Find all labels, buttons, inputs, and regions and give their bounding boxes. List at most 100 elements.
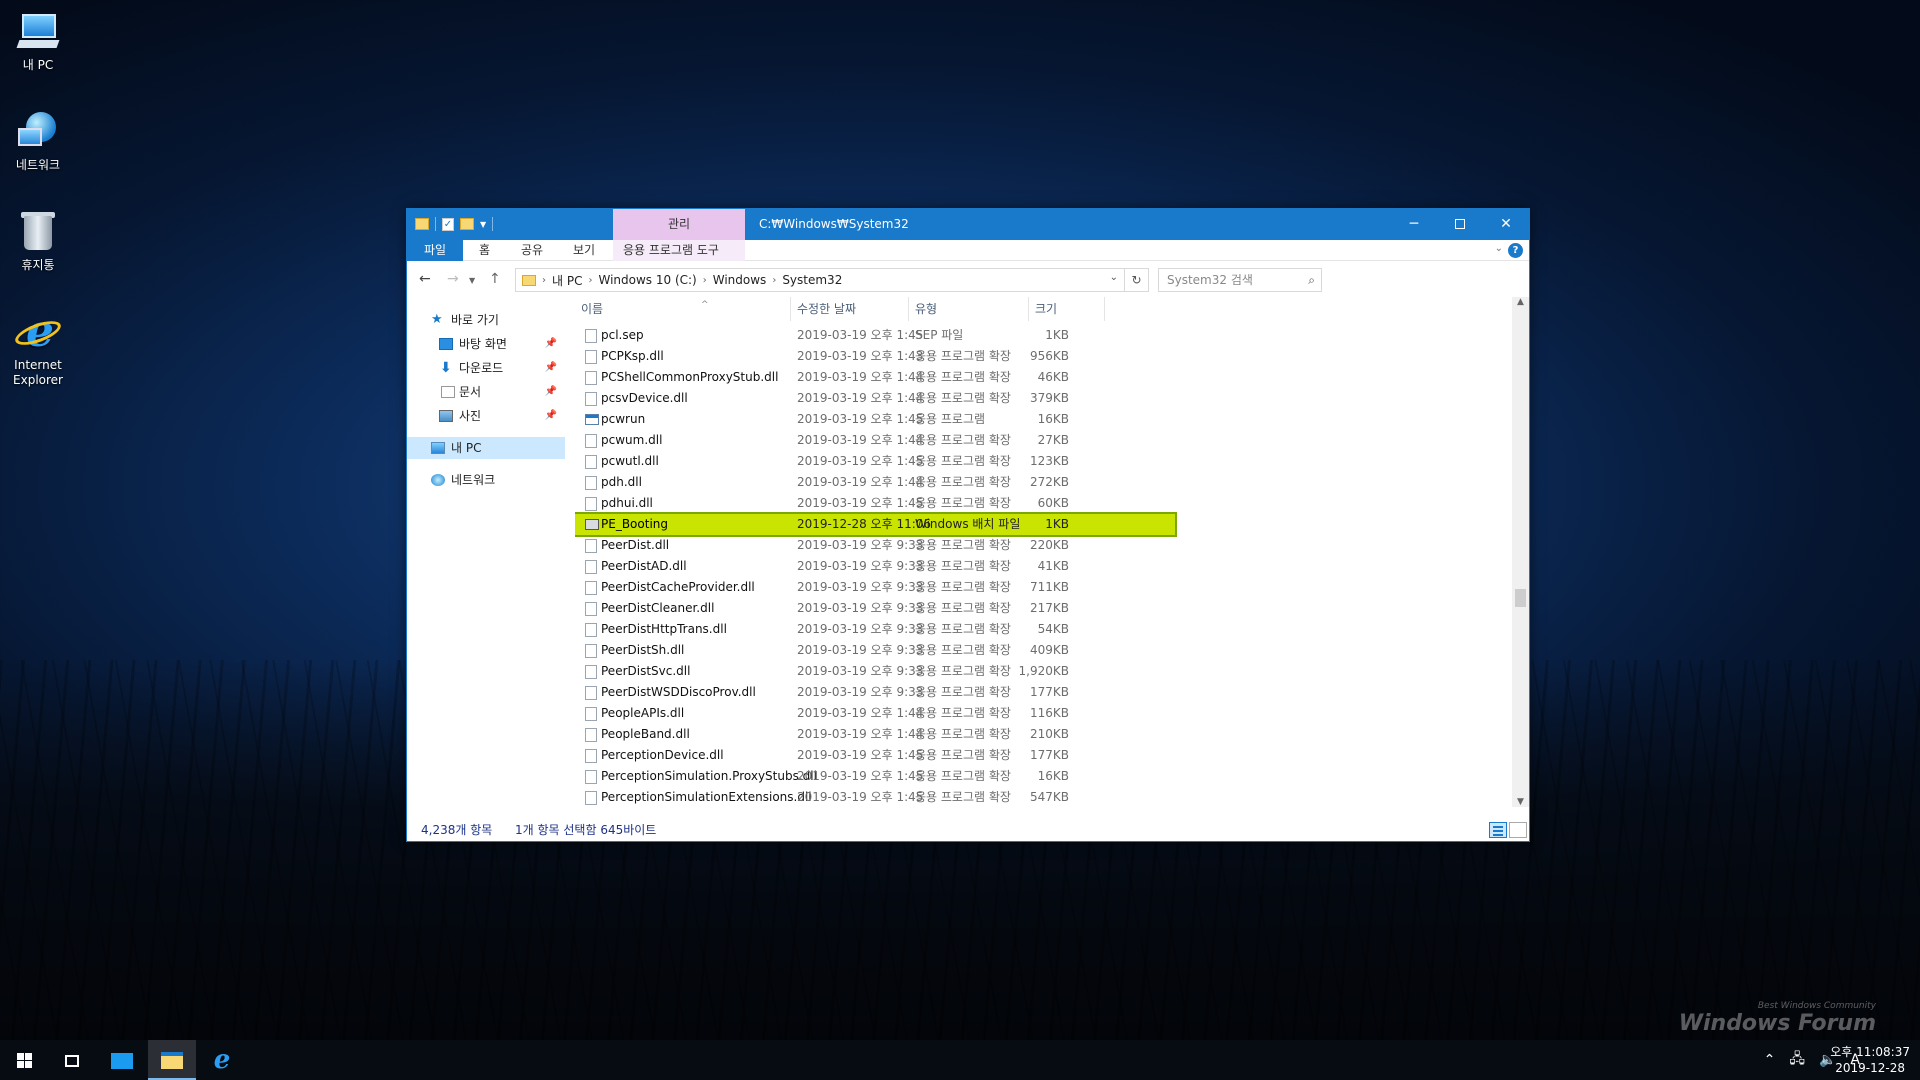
breadcrumb-item[interactable]: 내 PC: [552, 272, 582, 289]
refresh-button[interactable]: ↻: [1125, 268, 1149, 292]
nav-item-this-pc[interactable]: 내 PC: [407, 437, 565, 459]
desktop-icon: [439, 338, 453, 350]
clock[interactable]: 오후 11:08:37 2019-12-28: [1830, 1044, 1910, 1076]
desktop-icon-recycle-bin[interactable]: 휴지통: [8, 210, 68, 273]
file-row[interactable]: PeerDist.dll 2019-03-19 오후 9:33 응용 프로그램 확장…: [575, 535, 1175, 556]
chevron-right-icon[interactable]: ›: [588, 275, 592, 286]
chevron-right-icon[interactable]: ›: [703, 275, 707, 286]
file-row[interactable]: PeopleAPIs.dll 2019-03-19 오후 1:44 응용 프로그램 …: [575, 703, 1175, 724]
pin-icon[interactable]: 📌: [545, 333, 557, 355]
file-row[interactable]: PeerDistCacheProvider.dll 2019-03-19 오후 9…: [575, 577, 1175, 598]
file-row[interactable]: pdhui.dll 2019-03-19 오후 1:45 응용 프로그램 확장 60K…: [575, 493, 1175, 514]
file-type: 응용 프로그램 확장: [915, 622, 1011, 636]
file-icon: [585, 770, 597, 784]
file-row[interactable]: PCPKsp.dll 2019-03-19 오후 1:43 응용 프로그램 확장 95…: [575, 346, 1175, 367]
file-row[interactable]: PeerDistWSDDiscoProv.dll 2019-03-19 오후 9:…: [575, 682, 1175, 703]
nav-item-desktop[interactable]: 바탕 화면 📌: [407, 333, 565, 355]
desktop-icon-internet-explorer[interactable]: e Internet Explorer: [8, 310, 68, 388]
breadcrumb-item[interactable]: System32: [782, 273, 842, 287]
start-button[interactable]: [0, 1040, 48, 1080]
pin-icon[interactable]: 📌: [545, 381, 557, 403]
customize-dropdown-icon[interactable]: ▼: [480, 220, 486, 229]
new-folder-icon[interactable]: [460, 218, 474, 230]
status-item-count: 4,238개 항목: [421, 823, 493, 837]
back-arrow-icon[interactable]: ←: [419, 271, 431, 287]
tab-file[interactable]: 파일: [407, 240, 463, 261]
file-date: 2019-03-19 오후 9:33: [797, 601, 924, 615]
chevron-right-icon[interactable]: ›: [772, 275, 776, 286]
nav-item-quick-access[interactable]: ★ 바로 가기: [407, 309, 565, 331]
file-row[interactable]: pcwutl.dll 2019-03-19 오후 1:45 응용 프로그램 확장 12…: [575, 451, 1175, 472]
maximize-button[interactable]: [1437, 209, 1483, 240]
file-row[interactable]: PerceptionDevice.dll 2019-03-19 오후 1:45 응용…: [575, 745, 1175, 766]
chevron-down-icon[interactable]: ⌄: [1110, 272, 1118, 283]
pin-icon[interactable]: 📌: [545, 357, 557, 379]
file-type: 응용 프로그램 확장: [915, 433, 1011, 447]
file-row[interactable]: PeerDistCleaner.dll 2019-03-19 오후 9:33 응용 …: [575, 598, 1175, 619]
file-row[interactable]: PerceptionSimulationExtensions.dll 2019-0…: [575, 787, 1175, 807]
breadcrumb-item[interactable]: Windows 10 (C:): [598, 273, 696, 287]
column-header-type[interactable]: 유형: [909, 297, 1029, 321]
file-row[interactable]: PerceptionSimulation.ProxyStubs.dll 2019-…: [575, 766, 1175, 787]
scroll-up-arrow-icon[interactable]: ▲: [1512, 297, 1529, 307]
tab-view[interactable]: 보기: [563, 240, 605, 261]
file-row[interactable]: pdh.dll 2019-03-19 오후 1:44 응용 프로그램 확장 272KB: [575, 472, 1175, 493]
file-name: PeerDistSvc.dll: [601, 664, 691, 678]
file-row[interactable]: PeerDistHttpTrans.dll 2019-03-19 오후 9:33 응…: [575, 619, 1175, 640]
file-date: 2019-03-19 오후 1:45: [797, 790, 924, 804]
nav-item-downloads[interactable]: ⬇ 다운로드 📌: [407, 357, 565, 379]
pin-icon[interactable]: 📌: [545, 405, 557, 427]
folder-icon: [522, 274, 536, 286]
forward-arrow-icon[interactable]: →: [447, 271, 459, 287]
context-tab-manage[interactable]: 관리: [613, 209, 745, 240]
file-row[interactable]: pcsvDevice.dll 2019-03-19 오후 1:44 응용 프로그램 …: [575, 388, 1175, 409]
taskbar-app-internet-explorer[interactable]: e: [198, 1040, 246, 1080]
scroll-thumb[interactable]: [1515, 589, 1526, 607]
up-arrow-icon[interactable]: ↑: [489, 271, 501, 287]
nav-item-pictures[interactable]: 사진 📌: [407, 405, 565, 427]
tab-share[interactable]: 공유: [511, 240, 553, 261]
taskbar-app-mail[interactable]: [98, 1040, 146, 1080]
title-bar[interactable]: ✓ ▼ 관리 C:₩Windows₩System32 ─ ✕: [407, 209, 1529, 240]
file-row[interactable]: pcwrun 2019-03-19 오후 1:45 응용 프로그램 16KB: [575, 409, 1175, 430]
breadcrumb-item[interactable]: Windows: [713, 273, 767, 287]
desktop-icon-network[interactable]: 네트워크: [8, 110, 68, 173]
desktop-icon-this-pc[interactable]: 내 PC: [8, 10, 68, 73]
file-type: 응용 프로그램 확장: [915, 391, 1011, 405]
large-icons-view-button[interactable]: [1509, 822, 1527, 838]
tab-application-tools[interactable]: 응용 프로그램 도구: [613, 240, 745, 261]
chevron-right-icon[interactable]: ›: [542, 275, 546, 286]
show-hidden-icons-chevron-icon[interactable]: ⌃: [1764, 1052, 1776, 1068]
file-row[interactable]: PCShellCommonProxyStub.dll 2019-03-19 오후 …: [575, 367, 1175, 388]
task-view-button[interactable]: [48, 1040, 96, 1080]
file-row[interactable]: PeopleBand.dll 2019-03-19 오후 1:44 응용 프로그램 …: [575, 724, 1175, 745]
file-row[interactable]: pcwum.dll 2019-03-19 오후 1:44 응용 프로그램 확장 27K…: [575, 430, 1175, 451]
file-row[interactable]: PE_Booting 2019-12-28 오후 11:06 Windows 배치 …: [575, 512, 1177, 537]
recent-locations-chevron-icon[interactable]: ▼: [469, 276, 475, 285]
tab-home[interactable]: 홈: [469, 240, 500, 261]
expand-ribbon-icon[interactable]: ⌄: [1495, 243, 1503, 254]
close-button[interactable]: ✕: [1483, 209, 1529, 240]
file-row[interactable]: PeerDistSh.dll 2019-03-19 오후 9:33 응용 프로그램 …: [575, 640, 1175, 661]
network-status-icon[interactable]: 🖧: [1789, 1048, 1805, 1072]
vertical-scrollbar[interactable]: ▲ ▼: [1512, 297, 1529, 807]
file-row[interactable]: PeerDistAD.dll 2019-03-19 오후 9:33 응용 프로그램 …: [575, 556, 1175, 577]
taskbar-app-file-explorer[interactable]: [148, 1040, 196, 1080]
help-icon[interactable]: ?: [1508, 243, 1523, 258]
column-header-name[interactable]: 이름 ^: [575, 297, 791, 321]
folder-icon: [415, 218, 429, 230]
file-icon: [585, 371, 597, 385]
column-header-size[interactable]: 크기: [1029, 297, 1105, 321]
address-bar[interactable]: › 내 PC › Windows 10 (C:) › Windows › Sys…: [515, 268, 1125, 292]
file-row[interactable]: pcl.sep 2019-03-19 오후 1:45 SEP 파일 1KB: [575, 325, 1175, 346]
nav-item-documents[interactable]: 문서 📌: [407, 381, 565, 403]
file-row[interactable]: PeerDistSvc.dll 2019-03-19 오후 9:33 응용 프로그램…: [575, 661, 1175, 682]
minimize-button[interactable]: ─: [1391, 209, 1437, 240]
file-size: 54KB: [1037, 622, 1069, 636]
scroll-down-arrow-icon[interactable]: ▼: [1512, 797, 1529, 807]
details-view-button[interactable]: [1489, 822, 1507, 838]
properties-icon[interactable]: ✓: [442, 217, 454, 231]
search-input[interactable]: System32 검색 ⌕: [1158, 268, 1322, 292]
nav-item-network[interactable]: 네트워크: [407, 469, 565, 491]
column-header-date[interactable]: 수정한 날짜: [791, 297, 909, 321]
